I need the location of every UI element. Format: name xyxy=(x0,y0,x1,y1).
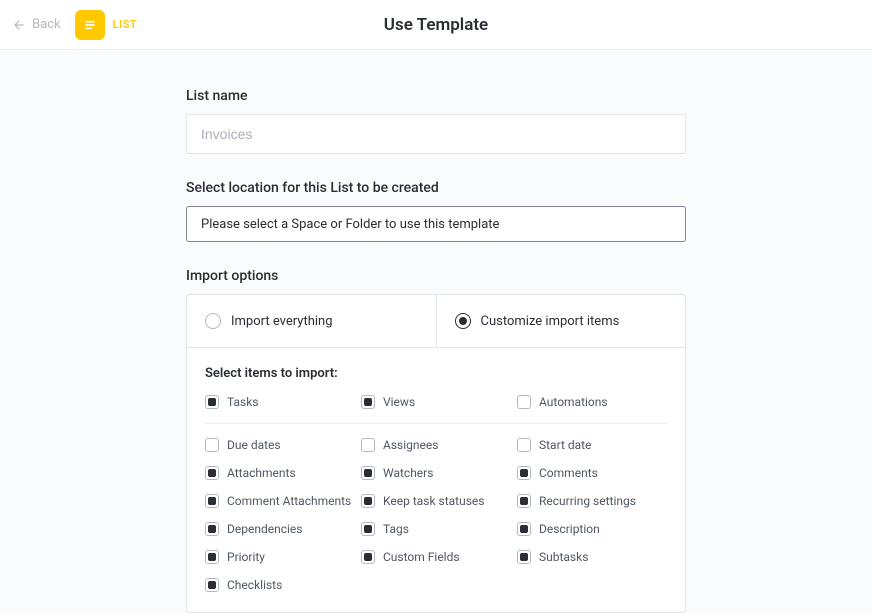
checkbox-icon xyxy=(205,438,219,452)
back-label: Back xyxy=(32,17,61,32)
checkbox-item[interactable]: Comment Attachments xyxy=(205,494,355,508)
checkbox-label: Keep task statuses xyxy=(383,494,484,508)
checkbox-label: Tags xyxy=(383,522,409,536)
radio-import-everything[interactable]: Import everything xyxy=(187,295,437,347)
modal-header: Back LIST Use Template xyxy=(0,0,872,50)
radio-label: Import everything xyxy=(231,314,333,329)
checkbox-item[interactable]: Tasks xyxy=(205,395,355,409)
checkbox-label: Tasks xyxy=(227,395,259,409)
badge-label: LIST xyxy=(113,18,138,31)
radio-customize-import[interactable]: Customize import items xyxy=(437,295,686,347)
import-items-grid-secondary: Due dates Assignees Start date Attachments W… xyxy=(205,438,667,606)
checkbox-icon xyxy=(517,438,531,452)
page-title: Use Template xyxy=(384,15,488,35)
checkbox-label: Automations xyxy=(539,395,608,409)
checkbox-item[interactable]: Priority xyxy=(205,550,355,564)
checkbox-icon xyxy=(205,578,219,592)
checkbox-label: Comment Attachments xyxy=(227,494,351,508)
checkbox-icon xyxy=(205,522,219,536)
checkbox-label: Checklists xyxy=(227,578,282,592)
checkbox-icon xyxy=(361,395,375,409)
checkbox-item[interactable]: Subtasks xyxy=(517,550,667,564)
checkbox-label: Custom Fields xyxy=(383,550,460,564)
checkbox-label: Start date xyxy=(539,438,591,452)
checkbox-label: Priority xyxy=(227,550,265,564)
checkbox-item[interactable]: Due dates xyxy=(205,438,355,452)
checkbox-item[interactable]: Checklists xyxy=(205,578,355,592)
checkbox-label: Dependencies xyxy=(227,522,302,536)
checkbox-item[interactable]: Keep task statuses xyxy=(361,494,511,508)
checkbox-icon xyxy=(361,466,375,480)
checkbox-icon xyxy=(517,522,531,536)
radio-label: Customize import items xyxy=(481,314,620,329)
checkbox-item[interactable]: Assignees xyxy=(361,438,511,452)
checkbox-label: Comments xyxy=(539,466,598,480)
checkbox-item[interactable]: Tags xyxy=(361,522,511,536)
checkbox-item[interactable]: Watchers xyxy=(361,466,511,480)
checkbox-label: Assignees xyxy=(383,438,438,452)
checkbox-icon xyxy=(205,494,219,508)
back-button[interactable]: Back xyxy=(12,17,61,32)
list-name-label: List name xyxy=(186,88,686,104)
checkbox-label: Recurring settings xyxy=(539,494,636,508)
checkbox-label: Due dates xyxy=(227,438,281,452)
checkbox-item[interactable]: Automations xyxy=(517,395,667,409)
checkbox-item[interactable]: Dependencies xyxy=(205,522,355,536)
checkbox-icon xyxy=(361,438,375,452)
checkbox-item[interactable]: Start date xyxy=(517,438,667,452)
import-items-heading: Select items to import: xyxy=(205,366,667,381)
checkbox-label: Views xyxy=(383,395,415,409)
import-items-grid-primary: Tasks Views Automations xyxy=(205,395,667,424)
checkbox-icon xyxy=(205,466,219,480)
checkbox-icon xyxy=(205,395,219,409)
radio-icon xyxy=(455,313,471,329)
checkbox-item[interactable]: Attachments xyxy=(205,466,355,480)
checkbox-icon xyxy=(205,550,219,564)
list-type-badge xyxy=(75,10,105,40)
checkbox-label: Watchers xyxy=(383,466,433,480)
checkbox-icon xyxy=(361,550,375,564)
checkbox-label: Description xyxy=(539,522,600,536)
checkbox-label: Attachments xyxy=(227,466,296,480)
checkbox-item[interactable]: Comments xyxy=(517,466,667,480)
checkbox-item[interactable]: Recurring settings xyxy=(517,494,667,508)
import-mode-radio-row: Import everything Customize import items xyxy=(187,295,685,348)
import-options-label: Import options xyxy=(186,268,686,284)
location-select[interactable]: Please select a Space or Folder to use t… xyxy=(186,206,686,242)
form-content: List name Select location for this List … xyxy=(186,50,686,613)
checkbox-icon xyxy=(361,494,375,508)
checkbox-item[interactable]: Views xyxy=(361,395,511,409)
checkbox-item[interactable]: Custom Fields xyxy=(361,550,511,564)
list-icon xyxy=(82,17,98,33)
radio-icon xyxy=(205,313,221,329)
checkbox-icon xyxy=(517,550,531,564)
checkbox-icon xyxy=(361,522,375,536)
location-placeholder: Please select a Space or Folder to use t… xyxy=(201,217,499,232)
checkbox-label: Subtasks xyxy=(539,550,588,564)
checkbox-icon xyxy=(517,494,531,508)
checkbox-item[interactable]: Description xyxy=(517,522,667,536)
arrow-left-icon xyxy=(12,18,26,32)
location-label: Select location for this List to be crea… xyxy=(186,180,686,196)
import-items-body: Select items to import: Tasks Views Automa… xyxy=(187,348,685,612)
list-name-input[interactable] xyxy=(186,114,686,154)
checkbox-icon xyxy=(517,395,531,409)
import-options-card: Import everything Customize import items… xyxy=(186,294,686,613)
checkbox-icon xyxy=(517,466,531,480)
